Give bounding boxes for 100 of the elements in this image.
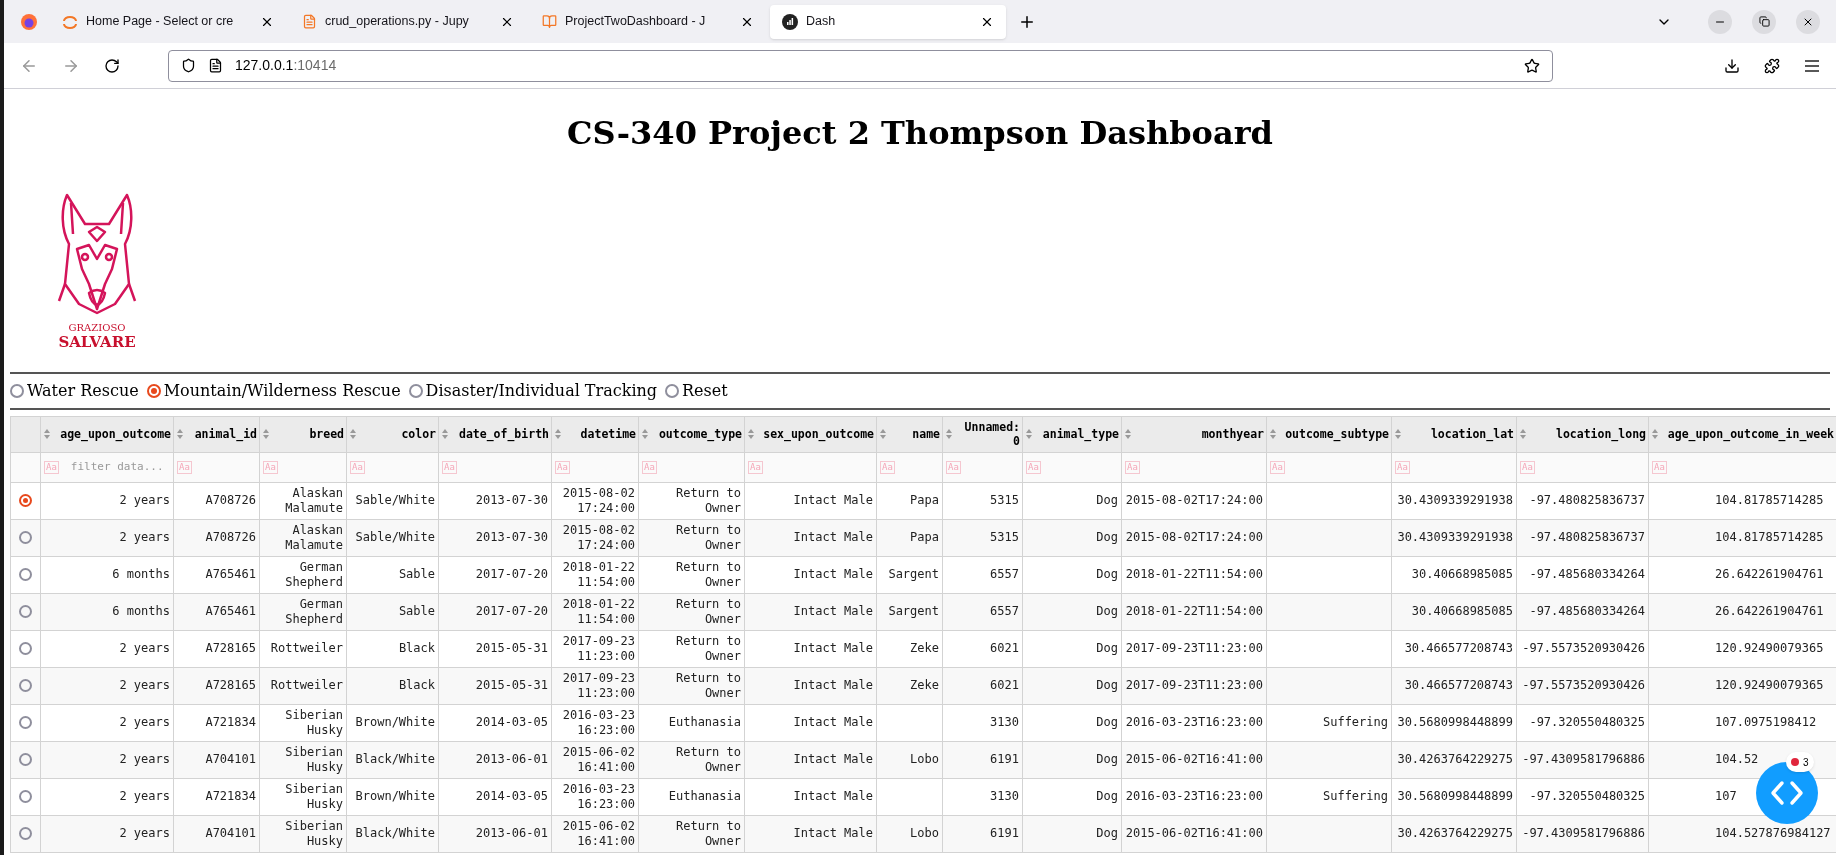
radio-button[interactable] <box>408 383 423 398</box>
column-header[interactable]: location_long <box>1516 416 1649 453</box>
sort-icon[interactable] <box>176 428 184 441</box>
filter-field[interactable]: Aa <box>1022 452 1122 483</box>
case-toggle[interactable]: Aa <box>642 460 657 474</box>
case-toggle[interactable]: Aa <box>555 460 570 474</box>
pocket-icon[interactable] <box>1724 57 1740 74</box>
sort-icon[interactable] <box>641 428 649 441</box>
column-header[interactable]: name <box>876 416 943 453</box>
filter-field[interactable]: Aa <box>744 452 877 483</box>
sort-icon[interactable] <box>1269 428 1277 441</box>
case-toggle[interactable]: Aa <box>1125 460 1140 474</box>
radio-label[interactable]: Water Rescue <box>27 378 139 403</box>
case-toggle[interactable]: Aa <box>946 460 961 474</box>
sort-icon[interactable] <box>43 428 51 441</box>
filter-field[interactable]: Aa <box>551 452 639 483</box>
filter-field[interactable]: Aa <box>876 452 943 483</box>
browser-tab[interactable]: ProjectTwoDashboard - J <box>530 4 766 39</box>
sort-icon[interactable] <box>1025 428 1033 441</box>
bookmark-star-icon[interactable] <box>1524 57 1540 74</box>
row-radio-button[interactable] <box>19 531 32 545</box>
row-radio-button[interactable] <box>19 827 32 841</box>
sort-icon[interactable] <box>945 428 953 441</box>
radio-label[interactable]: Reset <box>682 378 728 403</box>
table-cell: 2016-03-23T16:23:00 <box>1121 778 1267 816</box>
row-radio-button[interactable] <box>19 753 32 767</box>
case-toggle[interactable]: Aa <box>350 460 365 474</box>
case-toggle[interactable]: Aa <box>442 460 457 474</box>
row-radio-button[interactable] <box>19 642 32 656</box>
filter-field[interactable]: Aa <box>942 452 1023 483</box>
radio-label[interactable]: Mountain/Wilderness Rescue <box>163 378 401 403</box>
sort-icon[interactable] <box>554 428 562 441</box>
filter-field[interactable]: Aa <box>638 452 745 483</box>
radio-button[interactable] <box>146 383 161 398</box>
address-field[interactable]: 127.0.0.1:10414 <box>168 49 1553 82</box>
reload-icon[interactable] <box>104 57 120 74</box>
column-header[interactable]: monthyear <box>1121 416 1267 453</box>
case-toggle[interactable]: Aa <box>880 460 895 474</box>
sort-icon[interactable] <box>1519 428 1527 441</box>
sort-icon[interactable] <box>349 428 357 441</box>
radio-button[interactable] <box>665 383 680 398</box>
table-cell: A708726 <box>173 482 260 520</box>
close-window-button[interactable] <box>1796 9 1820 34</box>
column-header[interactable]: sex_upon_outcome <box>744 416 877 453</box>
sort-icon[interactable] <box>1651 428 1659 441</box>
sort-icon[interactable] <box>879 428 887 441</box>
filter-field[interactable]: Aa <box>346 452 439 483</box>
case-toggle[interactable]: Aa <box>1652 460 1667 474</box>
column-header[interactable]: animal_id <box>173 416 260 453</box>
radio-label[interactable]: Disaster/Individual Tracking <box>425 378 658 403</box>
column-header[interactable]: date_of_birth <box>438 416 552 453</box>
radio-button[interactable] <box>10 383 24 398</box>
filter-field[interactable]: Aa <box>438 452 552 483</box>
row-radio-button[interactable] <box>19 790 32 804</box>
sort-icon[interactable] <box>441 428 449 441</box>
menu-icon[interactable] <box>1804 58 1820 73</box>
filter-field[interactable]: Aa <box>1266 452 1392 483</box>
column-header[interactable]: location_lat <box>1391 416 1517 453</box>
tab-title: Home Page - Select or cre <box>86 13 235 31</box>
row-radio-button[interactable] <box>19 494 32 508</box>
sort-icon[interactable] <box>1124 428 1132 441</box>
filter-field[interactable]: Aa <box>1391 452 1517 483</box>
filter-field[interactable]: Aa <box>1516 452 1649 483</box>
extensions-icon[interactable] <box>1764 57 1780 74</box>
column-header[interactable]: Unnamed: 0 <box>942 416 1023 453</box>
case-toggle[interactable]: Aa <box>1520 460 1535 474</box>
filter-field[interactable]: Aa <box>173 452 260 483</box>
case-toggle[interactable]: Aa <box>177 460 192 474</box>
browser-tab[interactable]: crud_operations.py - Jupy <box>290 4 526 39</box>
browser-tab[interactable]: Home Page - Select or cre <box>50 4 286 39</box>
case-toggle[interactable]: Aa <box>1395 460 1410 474</box>
browser-tab[interactable]: Dash <box>770 4 1006 39</box>
column-header[interactable]: outcome_subtype <box>1266 416 1392 453</box>
column-header[interactable]: age_upon_outcome_in_week <box>1648 416 1836 453</box>
filter-field[interactable]: Aa <box>1121 452 1267 483</box>
column-header[interactable]: outcome_type <box>638 416 745 453</box>
sort-icon[interactable] <box>747 428 755 441</box>
case-toggle[interactable]: Aa <box>1270 460 1285 474</box>
case-toggle[interactable]: Aa <box>263 460 278 474</box>
restore-button[interactable] <box>1752 9 1776 34</box>
row-radio-button[interactable] <box>19 568 32 582</box>
filter-field[interactable]: Aa filter data... <box>40 452 174 483</box>
case-toggle[interactable]: Aa <box>1026 460 1041 474</box>
column-header[interactable]: animal_type <box>1022 416 1122 453</box>
column-header[interactable]: age_upon_outcome <box>40 416 174 453</box>
row-radio-button[interactable] <box>19 605 32 619</box>
case-toggle[interactable]: Aa <box>748 460 763 474</box>
column-header[interactable]: breed <box>259 416 347 453</box>
table-cell: Zeke <box>876 667 943 705</box>
column-header[interactable]: color <box>346 416 439 453</box>
column-header[interactable]: datetime <box>551 416 639 453</box>
row-radio-button[interactable] <box>19 716 32 730</box>
minimize-button[interactable] <box>1708 9 1732 34</box>
filter-field[interactable]: Aa <box>259 452 347 483</box>
row-radio-button[interactable] <box>19 679 32 693</box>
sort-icon[interactable] <box>262 428 270 441</box>
sort-icon[interactable] <box>1394 428 1402 441</box>
table-cell: Intact Male <box>744 815 877 853</box>
browser-logo-icon[interactable] <box>20 12 38 31</box>
case-toggle[interactable]: Aa <box>44 460 59 474</box>
